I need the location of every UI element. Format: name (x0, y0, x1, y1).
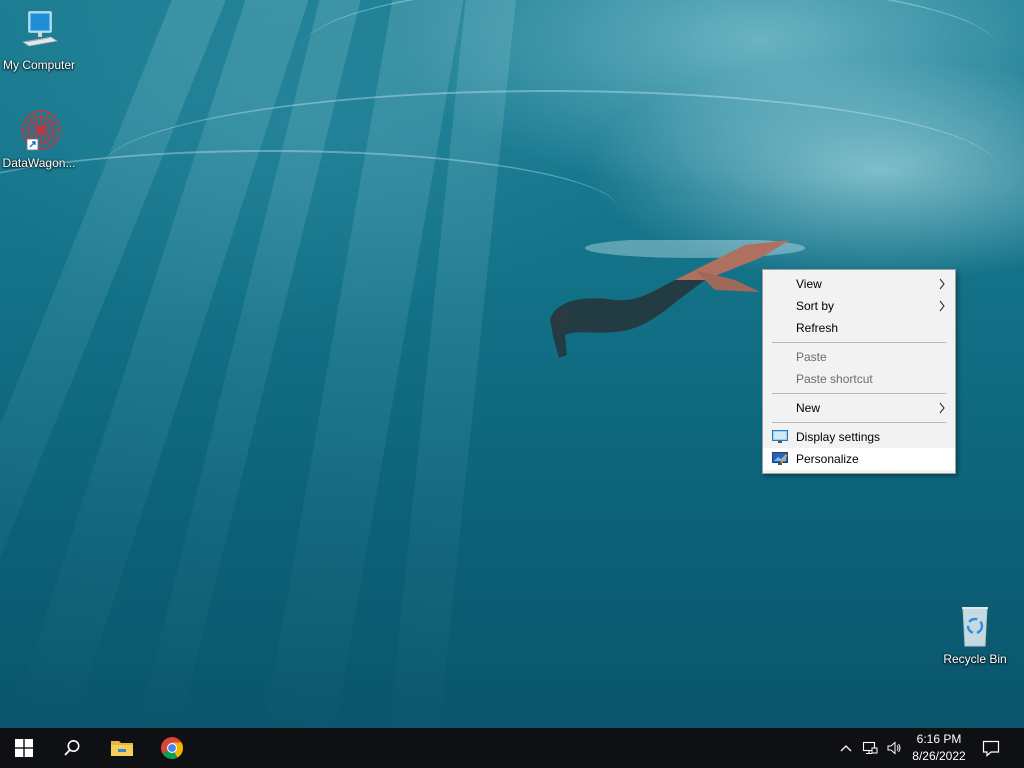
menu-item-label: Display settings (796, 430, 881, 444)
menu-separator (772, 342, 946, 343)
desktop-icon-recycle-bin[interactable]: Recycle Bin (936, 602, 1014, 666)
personalize-icon (772, 452, 788, 465)
speaker-icon[interactable] (886, 740, 902, 756)
menu-item-label: Paste (796, 350, 827, 364)
taskbar-clock[interactable]: 6:16 PM 8/26/2022 (906, 731, 972, 765)
desktop-icon-my-computer[interactable]: My Computer (0, 8, 78, 72)
menu-separator (772, 393, 946, 394)
chevron-up-icon[interactable] (838, 740, 854, 756)
desktop-icon-label: My Computer (2, 58, 76, 72)
action-center-icon (982, 740, 1000, 757)
menu-item-new[interactable]: New (763, 397, 955, 419)
menu-item-personalize[interactable]: Personalize (763, 448, 955, 470)
desktop-context-menu: View Sort by Refresh Paste Paste shortcu… (762, 269, 956, 474)
chrome-button[interactable] (148, 728, 196, 768)
file-explorer-button[interactable] (98, 728, 146, 768)
taskbar: 6:16 PM 8/26/2022 (0, 728, 1024, 768)
menu-item-paste[interactable]: Paste (763, 346, 955, 368)
chevron-right-icon (939, 278, 945, 290)
windows-start-icon (15, 739, 33, 757)
desktop-icon-label: Recycle Bin (943, 652, 1007, 666)
menu-item-display-settings[interactable]: Display settings (763, 426, 955, 448)
menu-item-paste-shortcut[interactable]: Paste shortcut (763, 368, 955, 390)
chrome-icon (161, 737, 183, 759)
network-icon[interactable] (862, 740, 878, 756)
desktop-icon-label: DataWagon... (2, 156, 76, 170)
action-center-button[interactable] (968, 728, 1014, 768)
chevron-right-icon (939, 300, 945, 312)
monitor-computer-icon (15, 8, 63, 56)
recycle-bin-icon (951, 602, 999, 650)
desktop-icon-datawagon[interactable]: DataWagon... (0, 106, 78, 170)
display-settings-icon (772, 430, 788, 443)
desktop-wallpaper[interactable]: My Computer DataWagon... Recycle Bin Vie… (0, 0, 1024, 728)
menu-item-refresh[interactable]: Refresh (763, 317, 955, 339)
start-button[interactable] (0, 728, 48, 768)
menu-item-label: Refresh (796, 321, 839, 335)
menu-item-view[interactable]: View (763, 273, 955, 295)
search-icon (64, 740, 80, 756)
clock-date: 8/26/2022 (912, 749, 966, 763)
clock-time: 6:16 PM (916, 732, 962, 746)
menu-separator (772, 422, 946, 423)
menu-item-label: View (796, 277, 822, 291)
menu-item-label: Sort by (796, 299, 835, 313)
search-button[interactable] (48, 728, 96, 768)
file-explorer-icon (111, 741, 133, 756)
menu-item-sort-by[interactable]: Sort by (763, 295, 955, 317)
chevron-right-icon (939, 402, 945, 414)
menu-item-label: Paste shortcut (796, 372, 873, 386)
datawagon-shortcut-icon (15, 106, 63, 154)
menu-item-label: Personalize (796, 452, 859, 466)
menu-item-label: New (796, 401, 821, 415)
